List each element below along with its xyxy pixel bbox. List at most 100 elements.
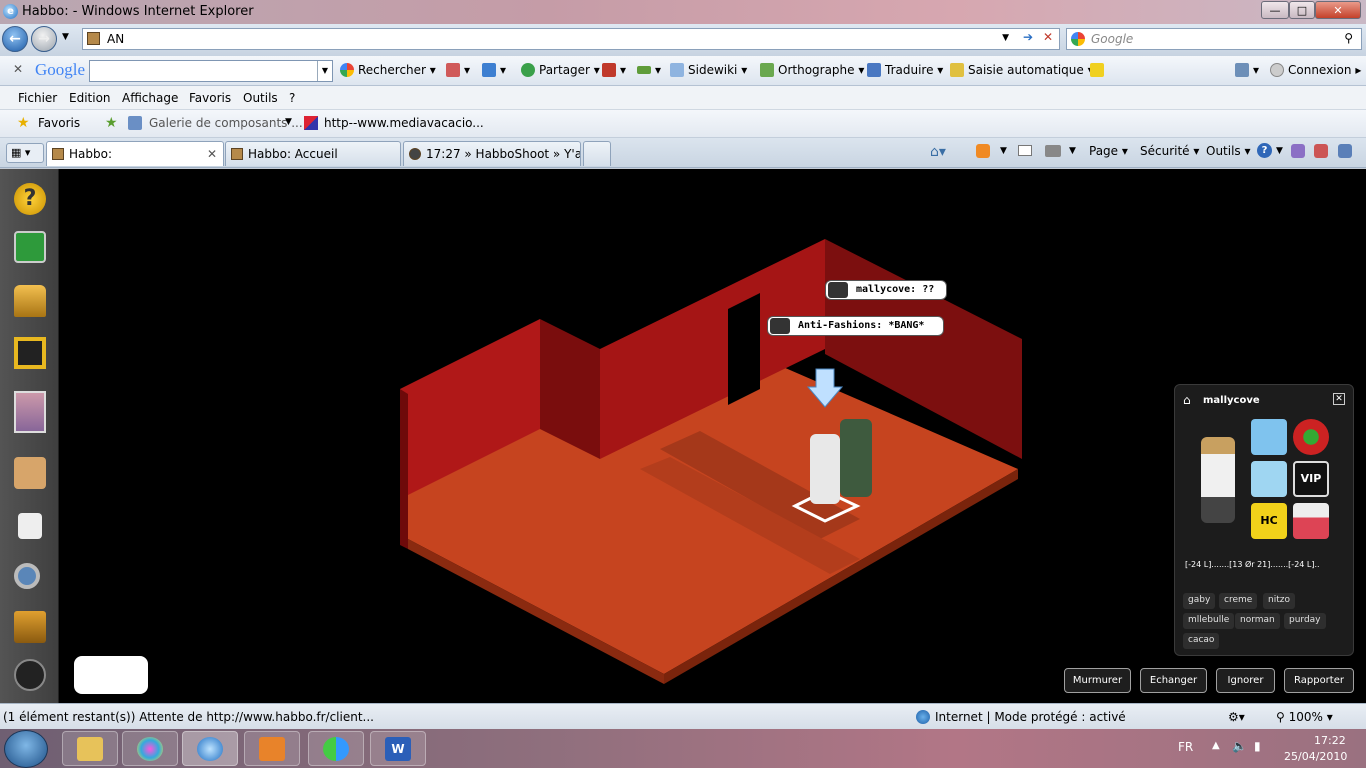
taskbar-media[interactable]	[244, 731, 300, 766]
back-button[interactable]: ←	[2, 26, 28, 52]
bluetooth-icon[interactable]	[1314, 144, 1328, 158]
rss-dropdown-icon[interactable]: ▼	[1000, 146, 1007, 156]
forward-button[interactable]: →	[31, 26, 57, 52]
ignore-button[interactable]: Ignorer	[1216, 668, 1275, 693]
menu-fichier[interactable]: Fichier	[18, 91, 57, 105]
ie-icon: e	[3, 4, 18, 19]
home-icon[interactable]: ⌂	[1183, 393, 1191, 407]
trade-button[interactable]: Echanger	[1140, 668, 1207, 693]
favorites-button[interactable]: Favoris	[38, 116, 80, 130]
mail-icon[interactable]	[1018, 145, 1032, 156]
home-icon[interactable]: ⌂▾	[930, 144, 946, 160]
history-dropdown-icon[interactable]: ▼	[62, 32, 69, 42]
menu-help[interactable]: ?	[289, 91, 295, 105]
toolbar-plus[interactable]: ▾	[482, 63, 506, 77]
tag-cacao[interactable]: cacao	[1183, 633, 1220, 649]
habbo-client[interactable]: ? mallycove: ?? Anti-Fashions: *BANG* ⌂ …	[0, 169, 1366, 703]
toolbar-share[interactable]: Partager ▾	[521, 63, 600, 77]
toolbar-translate[interactable]: Traduire ▾	[867, 63, 943, 77]
clock-time[interactable]: 17:22	[1314, 734, 1346, 747]
menu-edition[interactable]: Edition	[69, 91, 111, 105]
report-button[interactable]: Rapporter	[1284, 668, 1354, 693]
highlight-icon[interactable]	[1090, 63, 1108, 77]
taskbar-paint[interactable]	[122, 731, 178, 766]
taskbar: W FR ▲ 🔈 ▮ 17:22 25/04/2010	[0, 729, 1366, 768]
security-menu[interactable]: Sécurité ▾	[1140, 144, 1199, 158]
page-menu[interactable]: Page ▾	[1089, 144, 1128, 158]
toolbar-fill[interactable]: ▾	[637, 63, 661, 77]
tag-creme[interactable]: creme	[1219, 593, 1258, 609]
research-icon[interactable]	[1291, 144, 1305, 158]
security-zone[interactable]: Internet | Mode protégé : activé	[935, 710, 1126, 724]
profile-name: mallycove	[1203, 395, 1260, 406]
print-icon[interactable]	[1045, 145, 1061, 157]
window-title: Habbo: - Windows Internet Explorer	[22, 4, 254, 19]
tag-nitzo[interactable]: nitzo	[1263, 593, 1295, 609]
taskbar-ie[interactable]	[182, 731, 238, 766]
stop-icon[interactable]: ✕	[1043, 30, 1053, 44]
tab-habbo[interactable]: Habbo: ✕	[46, 141, 224, 166]
taskbar-explorer[interactable]	[62, 731, 118, 766]
maximize-button[interactable]: □	[1289, 1, 1315, 19]
toolbar-signin[interactable]: Connexion ▸	[1270, 63, 1361, 77]
taskbar-word[interactable]: W	[370, 731, 426, 766]
tag-gaby[interactable]: gaby	[1183, 593, 1216, 609]
tab-habboshoot[interactable]: 17:27 » HabboShoot » Y'a ...	[403, 141, 581, 166]
toolbar-popup[interactable]: ▾	[602, 63, 626, 77]
search-icon[interactable]: ⚲	[1344, 31, 1353, 45]
network-icon[interactable]: ▮	[1254, 739, 1261, 753]
zoom-control[interactable]: ⚲ 100% ▾	[1276, 710, 1333, 724]
add-favorite-icon[interactable]: ★	[105, 115, 118, 131]
system-tray: FR ▲ 🔈 ▮ 17:22 25/04/2010	[1166, 729, 1366, 768]
protected-mode-icon[interactable]: ⚙▾	[1228, 710, 1245, 724]
go-icon[interactable]: ➔	[1023, 30, 1033, 44]
chat-bubble-anti-fashions: Anti-Fashions: *BANG*	[767, 316, 944, 336]
room-view[interactable]	[0, 169, 1366, 703]
help-icon[interactable]: ?	[1257, 143, 1272, 158]
menu-affichage[interactable]: Affichage	[122, 91, 178, 105]
tray-expand-icon[interactable]: ▲	[1212, 740, 1220, 751]
tag-purday[interactable]: purday	[1284, 613, 1326, 629]
popup-blocker-icon	[602, 63, 616, 77]
toolbar-search[interactable]: Rechercher ▾	[340, 63, 436, 77]
close-panel-icon[interactable]: ✕	[1333, 393, 1345, 405]
toolbar-spell[interactable]: Orthographe ▾	[760, 63, 864, 77]
gallery-dropdown-icon[interactable]: ▼	[285, 117, 292, 127]
search-box[interactable]: Google ⚲	[1066, 28, 1362, 50]
language-indicator[interactable]: FR	[1178, 740, 1193, 754]
favorite-link-mediavacacio[interactable]: http--www.mediavacacio...	[324, 116, 484, 130]
tag-norman[interactable]: norman	[1235, 613, 1280, 629]
start-button[interactable]	[4, 730, 48, 768]
new-tab-button[interactable]	[583, 141, 611, 166]
menu-outils[interactable]: Outils	[243, 91, 278, 105]
tab-bar: ▦ ▾ Habbo: ✕ Habbo: Accueil 17:27 » Habbo…	[0, 138, 1366, 168]
tools-menu[interactable]: Outils ▾	[1206, 144, 1251, 158]
toolbar-bookmark[interactable]: ▾	[446, 63, 470, 77]
whisper-button[interactable]: Murmurer	[1064, 668, 1131, 693]
address-field[interactable]: AN ▼ ➔ ✕	[82, 28, 1060, 50]
tab-habbo-accueil[interactable]: Habbo: Accueil	[225, 141, 401, 166]
messenger-icon[interactable]	[1338, 144, 1352, 158]
spellcheck-icon	[760, 63, 774, 77]
address-dropdown-icon[interactable]: ▼	[1002, 33, 1009, 43]
close-tab-icon[interactable]: ✕	[207, 147, 217, 161]
rss-icon[interactable]	[976, 144, 990, 158]
print-dropdown-icon[interactable]: ▼	[1069, 146, 1076, 156]
close-toolbar-icon[interactable]: ✕	[13, 62, 23, 76]
toolbar-settings[interactable]: ▾	[1235, 63, 1259, 77]
toolbar-sidewiki[interactable]: Sidewiki ▾	[670, 63, 747, 77]
help-dropdown-icon[interactable]: ▼	[1276, 146, 1283, 156]
google-search-input[interactable]: ▼	[89, 60, 333, 82]
favorite-link-gallery[interactable]: Galerie de composants ...	[149, 116, 303, 130]
tag-mllebulle[interactable]: mllebulle	[1183, 613, 1235, 629]
minimize-button[interactable]: —	[1261, 1, 1289, 19]
close-window-button[interactable]: ✕	[1315, 1, 1361, 19]
clock-date[interactable]: 25/04/2010	[1284, 750, 1347, 763]
quick-tabs-button[interactable]: ▦ ▾	[6, 143, 44, 163]
hc-badge: HC	[1251, 503, 1287, 539]
menu-favoris[interactable]: Favoris	[189, 91, 231, 105]
toolbar-autofill[interactable]: Saisie automatique ▾	[950, 63, 1094, 77]
volume-icon[interactable]: 🔈	[1232, 739, 1247, 753]
site-favicon	[87, 32, 100, 45]
taskbar-messenger[interactable]	[308, 731, 364, 766]
